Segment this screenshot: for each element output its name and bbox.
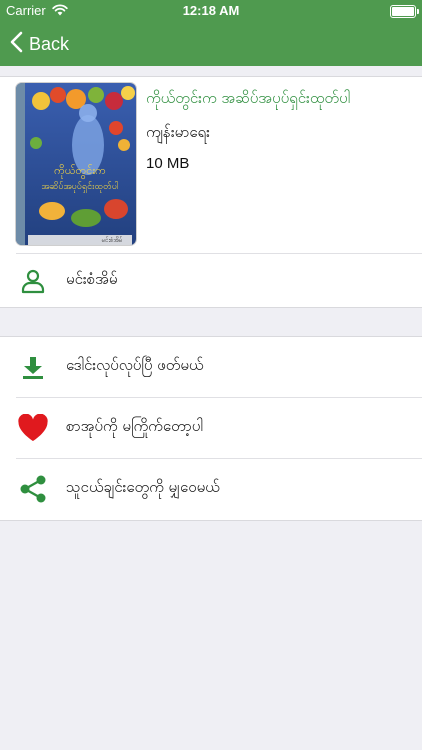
back-label: Back [29, 33, 70, 54]
book-size: 10 MB [146, 155, 190, 172]
chevron-left-icon [10, 31, 23, 57]
author-name: မင်းစံအိမ် [66, 269, 118, 288]
cover-title-line-2: အဆိပ်အပုပ်ရှင်းထုတ်ပါ [41, 181, 118, 193]
cover-author: မင်းစံအိမ် [102, 236, 123, 244]
download-read-row[interactable]: ဒေါင်းလုပ်လုပ်ပြီ ဖတ်မယ် [0, 337, 422, 397]
download-read-label: ဒေါင်းလုပ်လုပ်ပြီ ဖတ်မယ် [66, 356, 204, 374]
unfavorite-row[interactable]: စာအုပ်ကို မကြိုက်တော့ပါ [0, 398, 422, 458]
book-cover-image: ကိုယ်တွင်းက အဆိပ်အပုပ်ရှင်းထုတ်ပါ မင်းစံ… [16, 83, 136, 245]
actions-section: ဒေါင်းလုပ်လုပ်ပြီ ဖတ်မယ် စာအုပ်ကို မကြို… [0, 336, 422, 521]
author-row[interactable]: မင်းစံအိမ် [0, 254, 422, 307]
share-label: သူငယ်ချင်းတွေကို မျှဝေမယ် [66, 478, 220, 496]
heart-icon [0, 414, 66, 442]
book-category: ကျန်းမာရေး [146, 123, 210, 141]
book-cover[interactable]: ကိုယ်တွင်းက အဆိပ်အပုပ်ရှင်းထုတ်ပါ မင်းစံ… [16, 83, 136, 245]
top-bar: Carrier 12:18 AM Back [0, 0, 422, 66]
status-bar: Carrier 12:18 AM [0, 0, 422, 22]
battery-icon [390, 5, 419, 18]
person-icon [0, 268, 66, 294]
status-time: 12:18 AM [182, 3, 240, 18]
share-icon [0, 474, 66, 504]
download-icon [0, 354, 66, 380]
back-button[interactable]: Back [10, 28, 69, 60]
unfavorite-label: စာအုပ်ကို မကြိုက်တော့ပါ [66, 417, 203, 435]
share-row[interactable]: သူငယ်ချင်းတွေကို မျှဝေမယ် [0, 459, 422, 519]
navigation-bar: Back [0, 22, 422, 66]
book-detail-section: ကိုယ်တွင်းက အဆိပ်အပုပ်ရှင်းထုတ်ပါ မင်းစံ… [0, 76, 422, 308]
cover-title-line-1: ကိုယ်တွင်းက [54, 164, 106, 179]
book-title: ကိုယ်တွင်းက အဆိပ်အပုပ်ရှင်းထုတ်ပါ [146, 89, 351, 107]
